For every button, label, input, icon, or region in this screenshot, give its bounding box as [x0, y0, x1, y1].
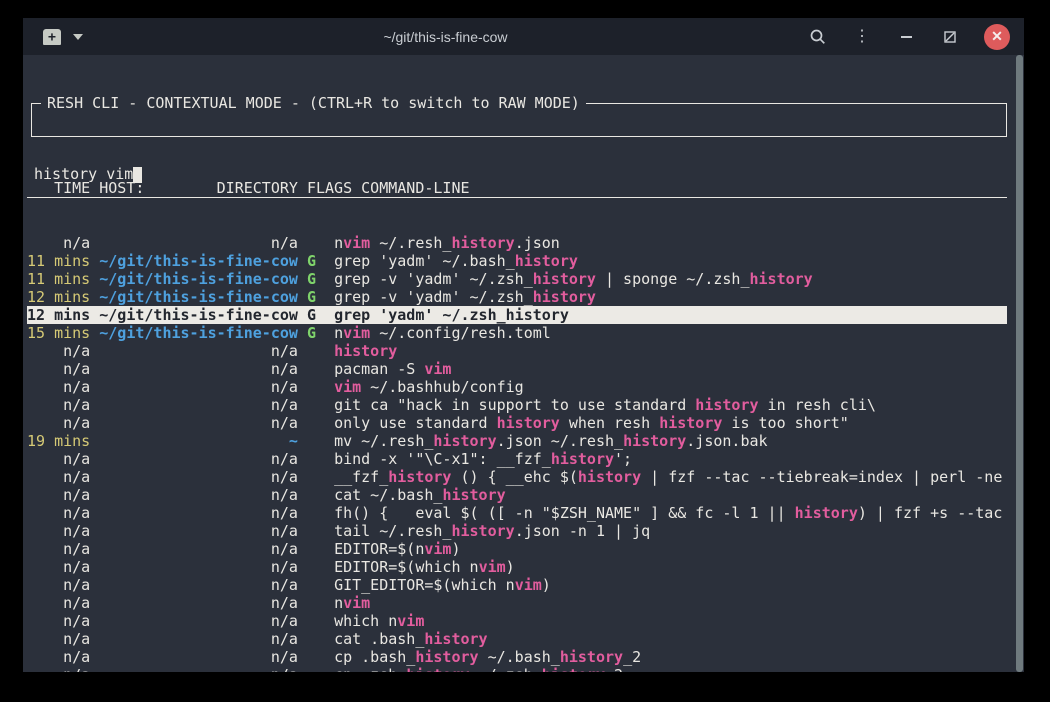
restore-icon	[943, 30, 957, 44]
kebab-menu-icon: ⋮	[854, 29, 870, 45]
minimize-button[interactable]	[896, 27, 916, 47]
close-button[interactable]: ✕	[984, 24, 1010, 50]
search-icon	[809, 28, 827, 46]
history-row[interactable]: n/a n/a cat ~/.bash_history	[27, 486, 1007, 504]
close-icon: ✕	[991, 28, 1003, 45]
history-row[interactable]: n/a n/a history	[27, 342, 1007, 360]
titlebar: ~/git/this-is-fine-cow ⋮ ✕	[23, 18, 1024, 55]
history-row[interactable]: n/a n/a fh() { eval $( ([ -n "$ZSH_NAME"…	[27, 504, 1007, 522]
history-row[interactable]: n/a n/a tail ~/.resh_history.json -n 1 |…	[27, 522, 1007, 540]
history-row[interactable]: 15 mins ~/git/this-is-fine-cow G nvim ~/…	[27, 324, 1007, 342]
terminal: RESH CLI - CONTEXTUAL MODE - (CTRL+R to …	[23, 55, 1024, 672]
history-row[interactable]: n/a n/a __fzf_history () { __ehc $(histo…	[27, 468, 1007, 486]
search-button[interactable]	[808, 27, 828, 47]
history-row[interactable]: 19 mins ~ mv ~/.resh_history.json ~/.res…	[27, 432, 1007, 450]
history-row[interactable]: n/a n/a nvim ~/.resh_history.json	[27, 234, 1007, 252]
history-row[interactable]: n/a n/a GIT_EDITOR=$(which nvim)	[27, 576, 1007, 594]
resh-box-title: RESH CLI - CONTEXTUAL MODE - (CTRL+R to …	[41, 94, 586, 112]
menu-button[interactable]: ⋮	[852, 27, 872, 47]
history-row[interactable]: n/a n/a cp .bash_history ~/.bash_history…	[27, 648, 1007, 666]
history-row[interactable]: n/a n/a which nvim	[27, 612, 1007, 630]
tab-dropdown-button[interactable]	[73, 34, 83, 40]
history-row-selected[interactable]: 12 mins ~/git/this-is-fine-cow G grep 'y…	[27, 306, 1007, 324]
resh-query-text: history vim	[34, 165, 133, 183]
history-row[interactable]: n/a n/a bind -x '"\C-x1": __fzf_history'…	[27, 450, 1007, 468]
restore-button[interactable]	[940, 27, 960, 47]
history-row[interactable]: n/a n/a nvim	[27, 594, 1007, 612]
history-row[interactable]: n/a n/a pacman -S vim	[27, 360, 1007, 378]
new-tab-button[interactable]	[43, 29, 61, 45]
resh-query-input[interactable]: history vim	[32, 158, 1006, 183]
scrollbar[interactable]	[1016, 55, 1023, 672]
history-row[interactable]: n/a n/a only use standard history when r…	[27, 414, 1007, 432]
history-row[interactable]: n/a n/a vim ~/.bashhub/config	[27, 378, 1007, 396]
history-row[interactable]: n/a n/a cp .zsh_history ~/.zsh_history_2	[27, 666, 1007, 672]
history-row[interactable]: n/a n/a EDITOR=$(nvim)	[27, 540, 1007, 558]
history-row[interactable]: n/a n/a EDITOR=$(which nvim)	[27, 558, 1007, 576]
history-table-body: n/a n/a nvim ~/.resh_history.json11 mins…	[27, 234, 1007, 672]
history-row[interactable]: 12 mins ~/git/this-is-fine-cow G grep -v…	[27, 288, 1007, 306]
history-row[interactable]: 11 mins ~/git/this-is-fine-cow G grep 'y…	[27, 252, 1007, 270]
window-title: ~/git/this-is-fine-cow	[83, 29, 808, 45]
history-row[interactable]: 11 mins ~/git/this-is-fine-cow G grep -v…	[27, 270, 1007, 288]
history-row[interactable]: n/a n/a git ca "hack in support to use s…	[27, 396, 1007, 414]
minimize-icon	[901, 36, 912, 38]
resh-search-box[interactable]: RESH CLI - CONTEXTUAL MODE - (CTRL+R to …	[31, 103, 1007, 137]
text-cursor	[133, 167, 142, 183]
terminal-window: ~/git/this-is-fine-cow ⋮ ✕	[23, 18, 1024, 672]
history-row[interactable]: n/a n/a cat .bash_history	[27, 630, 1007, 648]
